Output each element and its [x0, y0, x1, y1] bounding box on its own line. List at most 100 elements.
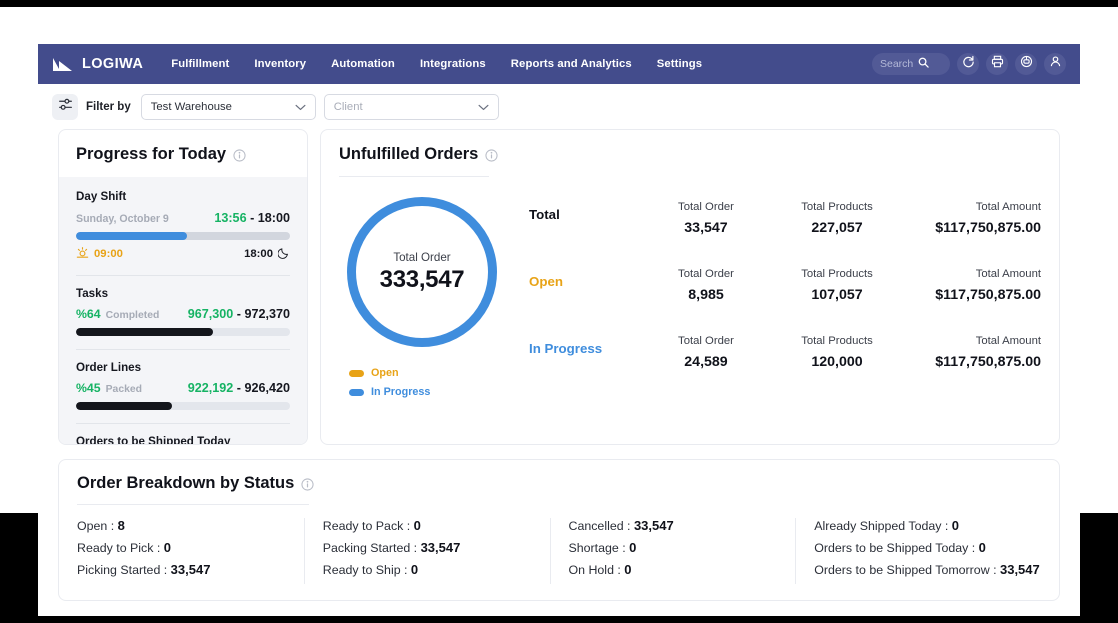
status-cancelled: Cancelled : 33,547 [569, 518, 796, 533]
legend-label: In Progress [371, 386, 431, 398]
status-ready-to-pack: Ready to Pack : 0 [323, 518, 550, 533]
nav-item-reports-and-analytics[interactable]: Reports and Analytics [511, 58, 632, 70]
brand-name: LOGIWA [82, 56, 144, 72]
refresh-button[interactable] [957, 53, 979, 75]
order-lines-percent-label: Packed [105, 384, 143, 395]
letterbox-top [0, 0, 1118, 7]
donut-center: Total Order 333,547 [347, 197, 497, 347]
donut-center-value: 333,547 [379, 265, 465, 293]
top-navbar: LOGIWA Fulfillment Inventory Automation … [38, 44, 1080, 84]
nav-item-automation[interactable]: Automation [331, 58, 395, 70]
unfulfilled-rows: Total Total Order 33,547 Total Products … [529, 187, 1041, 402]
breakdown-card-header: Order Breakdown by Status [59, 460, 1059, 493]
progress-card-title-row: Progress for Today [76, 145, 290, 164]
total-order-label: Total Order [678, 268, 734, 280]
unfulfilled-card-body: Total Order 333,547 Open In Progress Tot… [321, 177, 1059, 402]
donut-center-label: Total Order [393, 250, 451, 264]
divider [76, 275, 290, 276]
order-lines-section: Order Lines %45 Packed 922,192 - 926,420 [76, 361, 290, 410]
status-value: 8 [117, 518, 125, 533]
total-products-value: 227,057 [811, 220, 863, 236]
status-value: 0 [629, 540, 637, 555]
legend-item-in-progress[interactable]: In Progress [349, 386, 529, 398]
unfulfilled-card-title-row: Unfulfilled Orders [339, 145, 1041, 164]
info-icon[interactable] [233, 148, 246, 162]
status-value: 0 [978, 540, 986, 555]
shift-end-label: 18:00 [244, 248, 273, 260]
status-label: Packing Started : [322, 541, 421, 555]
order-lines-progress-bar [76, 402, 290, 410]
unfulfilled-donut-chart[interactable]: Total Order 333,547 [347, 197, 497, 347]
status-value: 0 [163, 540, 172, 555]
filter-settings-button[interactable] [52, 94, 78, 120]
brand-logo[interactable]: LOGIWA [52, 56, 143, 72]
sunrise-icon [76, 246, 89, 262]
status-value: 0 [410, 562, 419, 577]
total-products-label: Total Products [801, 268, 873, 280]
logiwa-mark-icon [52, 57, 74, 72]
status-label: Cancelled : [568, 519, 634, 533]
tasks-percent: %64 [76, 307, 101, 321]
status-label: Orders to be Shipped Today : [814, 541, 979, 555]
status-label: Picking Started : [77, 563, 171, 577]
order-lines-values: 922,192 - 926,420 [188, 381, 290, 395]
total-amount-label: Total Amount [975, 335, 1041, 347]
day-shift-times: Sunday, October 9 13:56 - 18:00 [76, 211, 290, 225]
breakdown-column-3: Cancelled : 33,547 Shortage : 0 On Hold … [549, 518, 796, 584]
nav-item-inventory[interactable]: Inventory [254, 58, 306, 70]
navbar-actions: Search [872, 53, 1066, 75]
day-shift-current-time: 13:56 [214, 211, 247, 225]
info-icon[interactable] [301, 477, 314, 491]
total-amount-label: Total Amount [975, 268, 1041, 280]
row-label: Total [529, 207, 560, 222]
shift-start-label: 09:00 [94, 248, 123, 260]
status-label: On Hold : [568, 563, 625, 577]
print-button[interactable] [986, 53, 1008, 75]
breakdown-column-1: Open : 8 Ready to Pick : 0 Picking Start… [77, 518, 304, 584]
nav-item-fulfillment[interactable]: Fulfillment [171, 58, 229, 70]
filter-sliders-icon [58, 97, 73, 117]
total-products-cell: Total Products 227,057 [771, 201, 903, 236]
headset-support-icon [1020, 55, 1033, 73]
status-value: 33,547 [999, 562, 1040, 577]
nav-item-settings[interactable]: Settings [657, 58, 702, 70]
nav-item-integrations[interactable]: Integrations [420, 58, 486, 70]
status-orders-to-be-shipped-today: Orders to be Shipped Today : 0 [814, 540, 1041, 555]
total-order-label: Total Order [678, 335, 734, 347]
status-label: Open : [77, 519, 118, 533]
total-products-cell: Total Products 107,057 [771, 268, 903, 303]
warehouse-select[interactable]: Test Warehouse [140, 94, 316, 120]
shift-start: 09:00 [76, 246, 123, 262]
search-icon [918, 55, 930, 73]
status-value: 0 [951, 518, 960, 533]
legend-label: Open [371, 367, 399, 379]
tasks-current: 967,300 [187, 307, 234, 321]
search-input[interactable]: Search [872, 53, 950, 75]
row-label: In Progress [529, 341, 603, 356]
total-order-cell: Total Order 33,547 [641, 201, 771, 236]
total-amount-cell: Total Amount $117,750,875.00 [903, 201, 1041, 236]
order-lines-percent: %45 [76, 381, 101, 395]
status-label: Already Shipped Today : [814, 519, 952, 533]
tasks-section: Tasks %64 Completed 967,300 - 972,370 [76, 287, 290, 336]
legend-item-open[interactable]: Open [349, 367, 529, 379]
screenshot-frame: LOGIWA Fulfillment Inventory Automation … [0, 0, 1118, 623]
day-shift-end-time: 18:00 [257, 211, 290, 225]
total-amount-value: $117,750,875.00 [935, 287, 1041, 303]
day-shift-progress-bar [76, 232, 290, 240]
total-amount-cell: Total Amount $117,750,875.00 [903, 268, 1041, 303]
client-select[interactable]: Client [323, 94, 499, 120]
status-value: 33,547 [420, 540, 461, 555]
moon-icon [277, 247, 290, 262]
letterbox-bottom [0, 616, 1118, 623]
account-button[interactable] [1044, 53, 1066, 75]
support-button[interactable] [1015, 53, 1037, 75]
status-value: 0 [624, 562, 632, 577]
total-order-value: 33,547 [684, 220, 728, 236]
total-order-value: 8,985 [688, 287, 724, 303]
order-breakdown-card: Order Breakdown by Status Open : 8 Ready… [58, 459, 1060, 601]
info-icon[interactable] [485, 148, 498, 162]
total-products-value: 107,057 [811, 287, 863, 303]
tasks-total: 972,370 [244, 307, 290, 321]
status-label: Shortage : [568, 541, 630, 555]
